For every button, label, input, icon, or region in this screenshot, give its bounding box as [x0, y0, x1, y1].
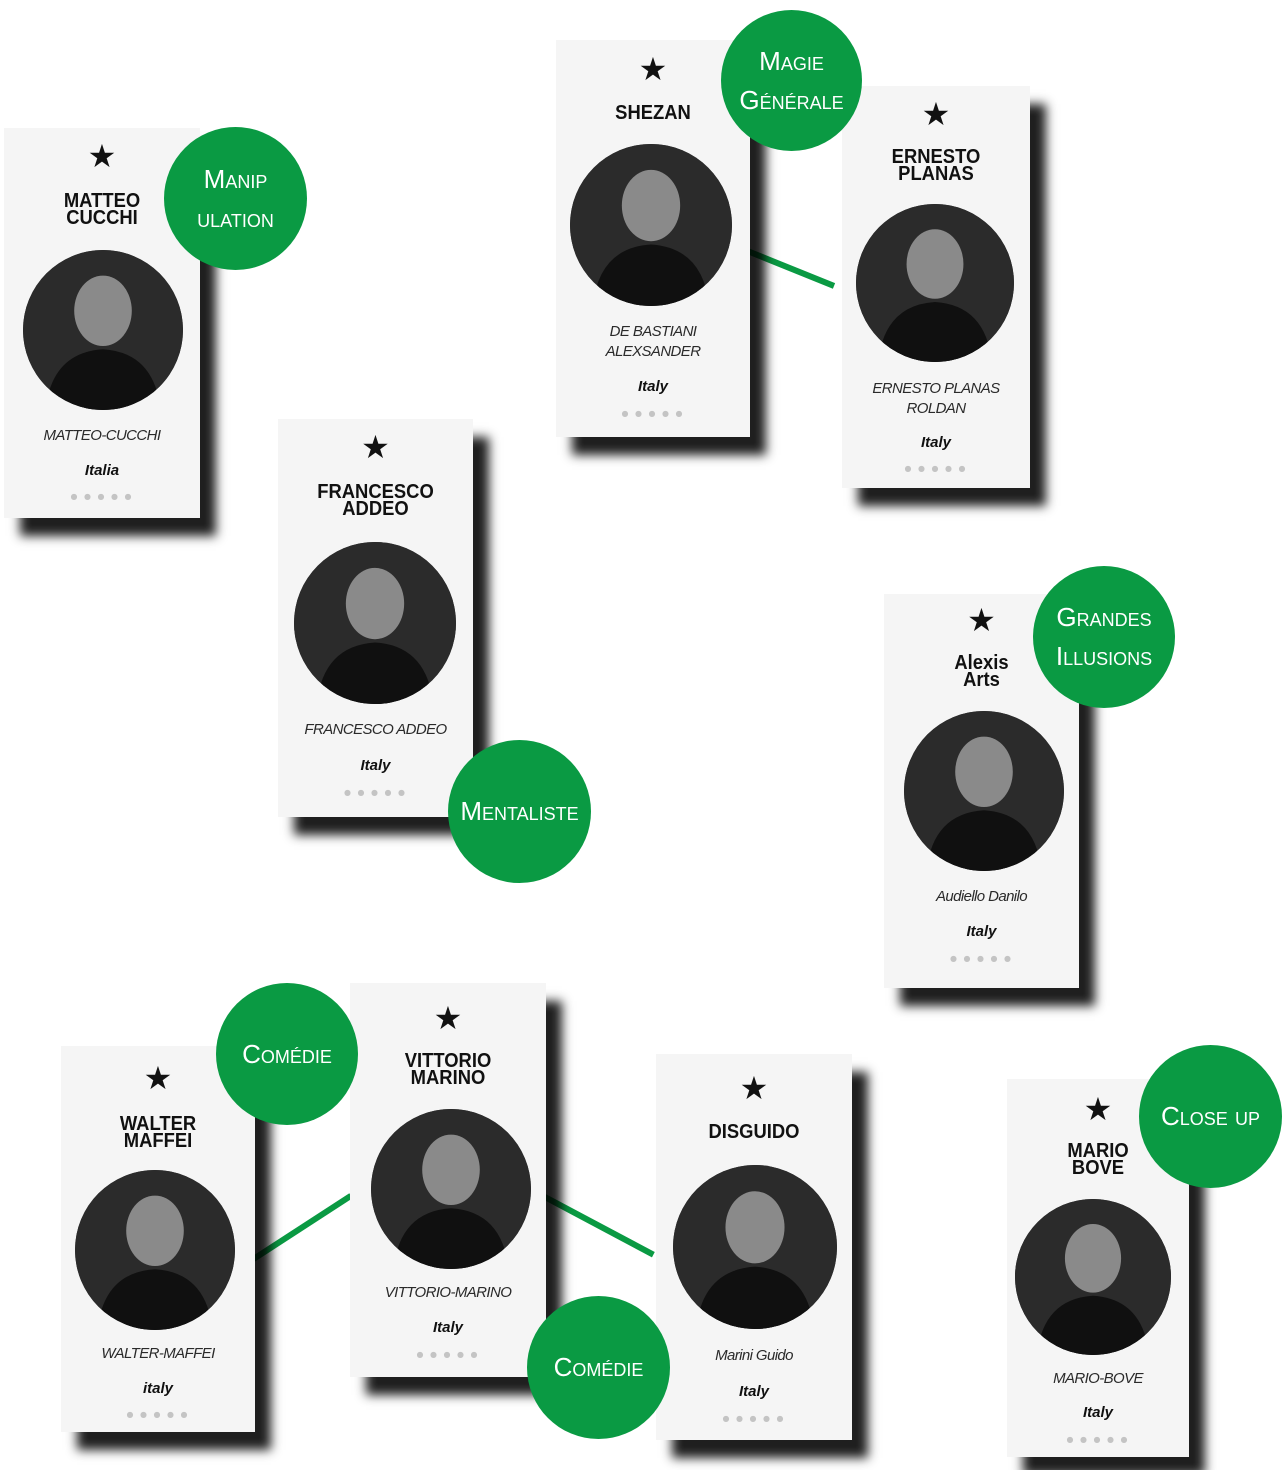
artist-real-name: Marini Guido [715, 1347, 793, 1364]
rating-dots: ● ● ● ● ● [70, 492, 134, 501]
artist-photo[interactable] [371, 1109, 531, 1269]
star-icon[interactable]: ★ [278, 431, 473, 463]
portrait-silhouette-icon [294, 542, 456, 704]
artist-real-name: VITTORIO-MARINO [384, 1284, 512, 1301]
badge-comedie-walter[interactable]: Comédie [216, 983, 358, 1125]
artist-photo[interactable] [904, 711, 1064, 871]
artist-photo[interactable] [570, 144, 732, 306]
badge-manipulation[interactable]: Manip ulation [164, 127, 307, 270]
connector-walter-vittorio [250, 1193, 353, 1263]
portrait-silhouette-icon [856, 204, 1014, 362]
rating-dots: ● ● ● ● ● [126, 1410, 190, 1419]
badge-close-up[interactable]: Close up [1139, 1045, 1282, 1188]
artist-country: italy [142, 1380, 173, 1397]
portrait-silhouette-icon [570, 144, 732, 306]
portrait-silhouette-icon [1015, 1199, 1171, 1355]
badge-comedie-vittorio[interactable]: Comédie [527, 1296, 670, 1439]
artist-country: Italy [738, 1383, 769, 1400]
badge-magie-generale[interactable]: Magie Générale [721, 10, 862, 151]
connector-shezan-ernesto [743, 247, 836, 289]
artist-photo[interactable] [673, 1165, 837, 1329]
rating-dots: ● ● ● ● ● [343, 788, 408, 797]
portrait-silhouette-icon [904, 711, 1064, 871]
artist-country: Italy [966, 923, 997, 940]
badge-grandes-illusions[interactable]: Grandes Illusions [1033, 566, 1175, 708]
artist-card-ernesto-planas[interactable]: ★ ERNESTO PLANAS ERNESTO PLANAS ROLDAN I… [842, 86, 1030, 488]
artist-country: Italy [920, 434, 951, 451]
artist-real-name: DE BASTIANI ALEXSANDER [605, 323, 701, 360]
rating-dots: ● ● ● ● ● [722, 1414, 786, 1423]
artist-country: Italy [432, 1319, 463, 1336]
artist-card-disguido[interactable]: ★ DISGUIDO Marini Guido Italy ● ● ● ● ● [656, 1054, 852, 1440]
artist-real-name: MATTEO-CUCCHI [43, 427, 162, 444]
artist-photo[interactable] [23, 250, 183, 410]
artist-name: WALTER MAFFEI [119, 1113, 197, 1152]
connector-vittorio-disguido [541, 1193, 655, 1258]
artist-name: SHEZAN [615, 102, 691, 124]
artist-photo[interactable] [856, 204, 1014, 362]
star-icon[interactable]: ★ [656, 1072, 852, 1104]
star-icon[interactable]: ★ [350, 1002, 546, 1034]
artist-card-shezan[interactable]: ★ SHEZAN DE BASTIANI ALEXSANDER Italy ● … [556, 40, 750, 437]
portrait-silhouette-icon [673, 1165, 837, 1329]
artist-name: FRANCESCO ADDEO [317, 481, 434, 520]
artist-card-vittorio-marino[interactable]: ★ VITTORIO MARINO VITTORIO-MARINO Italy … [350, 983, 546, 1377]
artist-country: Italy [637, 378, 668, 395]
portrait-silhouette-icon [371, 1109, 531, 1269]
artist-name: VITTORIO MARINO [404, 1050, 492, 1089]
artist-country: Italy [1082, 1404, 1113, 1421]
artist-real-name: MARIO-BOVE [1053, 1370, 1143, 1387]
rating-dots: ● ● ● ● ● [904, 464, 968, 473]
artist-country: Italy [360, 757, 391, 774]
portrait-silhouette-icon [23, 250, 183, 410]
badge-mentaliste[interactable]: Mentaliste [448, 740, 591, 883]
artist-real-name: Audiello Danilo [935, 888, 1028, 905]
portrait-silhouette-icon [75, 1170, 235, 1330]
artist-name: ERNESTO PLANAS [891, 146, 981, 185]
rating-dots: ● ● ● ● ● [949, 954, 1014, 963]
artist-real-name: FRANCESCO ADDEO [304, 721, 447, 738]
artist-name: DISGUIDO [708, 1121, 800, 1143]
artist-country: Italia [84, 462, 120, 479]
rating-dots: ● ● ● ● ● [621, 409, 685, 418]
artist-photo[interactable] [1015, 1199, 1171, 1355]
star-icon[interactable]: ★ [842, 98, 1030, 130]
artist-real-name: ERNESTO PLANAS ROLDAN [872, 380, 1000, 417]
artist-photo[interactable] [75, 1170, 235, 1330]
artist-card-francesco-addeo[interactable]: ★ FRANCESCO ADDEO FRANCESCO ADDEO Italy … [278, 419, 473, 817]
artist-real-name: WALTER-MAFFEI [101, 1345, 215, 1362]
artist-card-walter-maffei[interactable]: ★ WALTER MAFFEI WALTER-MAFFEI italy ● ● … [61, 1046, 255, 1432]
rating-dots: ● ● ● ● ● [416, 1350, 480, 1359]
artist-photo[interactable] [294, 542, 456, 704]
rating-dots: ● ● ● ● ● [1066, 1435, 1130, 1444]
